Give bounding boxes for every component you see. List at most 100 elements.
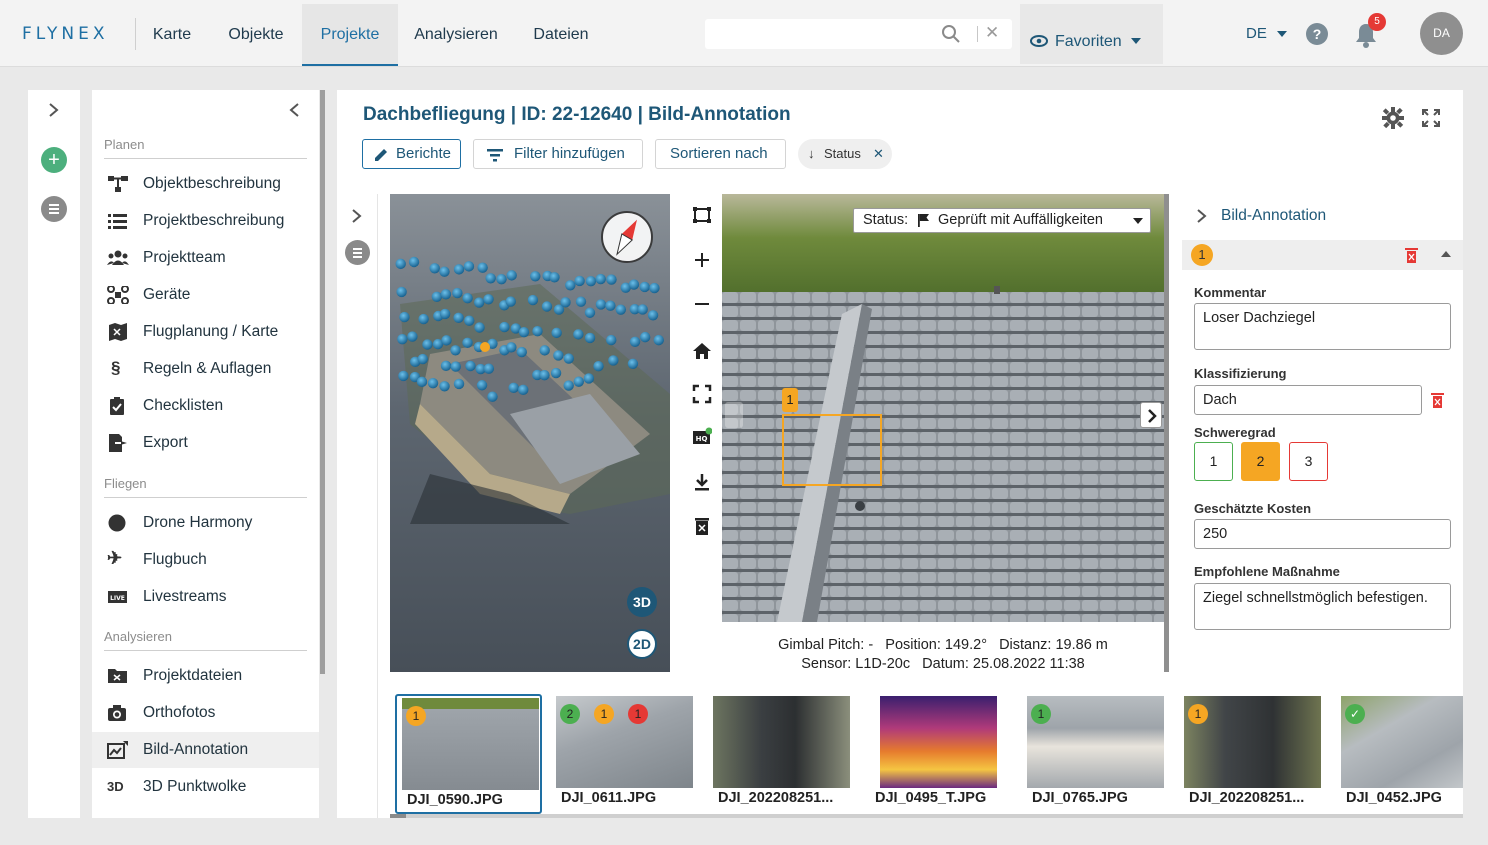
- favorites-dropdown[interactable]: Favoriten: [1020, 4, 1163, 64]
- status-dropdown[interactable]: Status: Geprüft mit Auffälligkeiten: [853, 208, 1151, 233]
- avatar[interactable]: DA: [1420, 12, 1463, 55]
- point-cloud-dot: [595, 299, 607, 310]
- chevron-right-icon[interactable]: [1196, 208, 1208, 224]
- zoom-out-icon[interactable]: [692, 294, 712, 314]
- flynex-logo[interactable]: FLYNEX: [22, 24, 108, 44]
- add-icon[interactable]: +: [41, 147, 67, 173]
- camera-icon: [108, 705, 126, 721]
- measure-field[interactable]: Ziegel schnellstmöglich befestigen.: [1194, 583, 1451, 630]
- sidebar-item-projektdateien[interactable]: Projektdateien: [92, 658, 319, 694]
- sidebar-item-drone-harmony[interactable]: Drone Harmony: [92, 505, 319, 541]
- sidebar-item-flugplanung[interactable]: Flugplanung / Karte: [92, 314, 319, 350]
- 3d-point-cloud-view[interactable]: 3D 2D: [390, 194, 670, 672]
- sidebar-item-checklisten[interactable]: Checklisten: [92, 388, 319, 424]
- search-icon[interactable]: [941, 24, 961, 44]
- export-icon: [109, 434, 127, 452]
- thumbnail-scrollbar-thumb[interactable]: [390, 814, 406, 818]
- sort-button[interactable]: Sortieren nach: [655, 139, 786, 169]
- annotation-box[interactable]: [782, 414, 882, 486]
- add-filter-button[interactable]: Filter hinzufügen: [473, 139, 643, 169]
- home-icon[interactable]: [692, 341, 712, 361]
- thumbnail-item[interactable]: 1 DJI_202208251...: [1179, 694, 1326, 814]
- severity-option-2[interactable]: 2: [1241, 442, 1280, 481]
- point-cloud-dot: [407, 331, 418, 342]
- annotation-count-badge: 1: [1031, 704, 1051, 724]
- next-image-button[interactable]: [1140, 402, 1162, 428]
- comment-field[interactable]: Loser Dachziegel: [1194, 303, 1451, 350]
- sidebar-item-orthofotos[interactable]: Orthofotos: [92, 695, 319, 731]
- sidebar-item-geraete[interactable]: Geräte: [92, 277, 319, 313]
- point-cloud-dot: [439, 308, 451, 320]
- arrow-down-icon: ↓: [808, 146, 815, 161]
- viewer-scrollbar[interactable]: [1164, 194, 1169, 672]
- status-chip-label: Status: [824, 146, 861, 161]
- cost-field[interactable]: 250: [1194, 519, 1451, 549]
- thumbnail-item[interactable]: DJI_202208251...: [708, 694, 855, 814]
- gear-icon[interactable]: [1382, 107, 1404, 129]
- nav-tab-karte[interactable]: Karte: [142, 4, 202, 66]
- sidebar-item-bild-annotation[interactable]: Bild-Annotation: [92, 732, 319, 768]
- download-icon[interactable]: [692, 472, 712, 492]
- nav-tab-dateien[interactable]: Dateien: [524, 4, 598, 66]
- hq-icon[interactable]: HQ: [692, 427, 712, 447]
- divider: [977, 26, 978, 42]
- compass-icon[interactable]: [601, 211, 653, 263]
- thumbnail-item[interactable]: 1 DJI_0765.JPG: [1022, 694, 1169, 814]
- thumbnail-item[interactable]: ✓ DJI_0452.JPG: [1336, 694, 1463, 814]
- point-cloud-dot: [429, 263, 440, 274]
- sidebar-item-export[interactable]: Export: [92, 425, 319, 461]
- fullscreen-icon[interactable]: [1422, 109, 1440, 127]
- sidebar-item-flugbuch[interactable]: ✈ Flugbuch: [92, 542, 319, 578]
- delete-icon[interactable]: [692, 516, 712, 536]
- list-icon[interactable]: [345, 240, 370, 265]
- status-filter-chip[interactable]: ↓ Status ✕: [798, 139, 892, 169]
- sidebar-item-objektbeschreibung[interactable]: Objektbeschreibung: [92, 166, 319, 202]
- classification-field[interactable]: Dach: [1194, 385, 1422, 415]
- severity-option-3[interactable]: 3: [1289, 442, 1328, 481]
- nav-tab-projekte[interactable]: Projekte: [302, 4, 398, 66]
- thumbnail-item[interactable]: 1 DJI_0590.JPG: [395, 694, 542, 814]
- rectangle-select-icon[interactable]: [692, 205, 712, 225]
- sidebar-item-projektbeschreibung[interactable]: Projektbeschreibung: [92, 203, 319, 239]
- delete-icon[interactable]: [1431, 392, 1444, 408]
- sidebar-scrollbar[interactable]: [320, 90, 325, 674]
- chevron-right-icon[interactable]: [48, 102, 60, 118]
- nav-tab-objekte[interactable]: Objekte: [218, 4, 294, 66]
- thumbnail-item[interactable]: 2 1 1 DJI_0611.JPG: [551, 694, 698, 814]
- sidebar-item-regeln[interactable]: § Regeln & Auflagen: [92, 351, 319, 387]
- chevron-right-icon[interactable]: [351, 208, 363, 224]
- search-input[interactable]: ✕: [705, 19, 1012, 49]
- previous-image-button[interactable]: [725, 402, 743, 428]
- sidebar-item-label: Regeln & Auflagen: [143, 360, 272, 377]
- thumbnail-item[interactable]: DJI_0495_T.JPG: [865, 694, 1012, 814]
- reports-button[interactable]: Berichte: [362, 139, 461, 169]
- view-3d-button[interactable]: 3D: [627, 587, 657, 617]
- collapse-icon[interactable]: [1441, 251, 1451, 257]
- sidebar-item-projektteam[interactable]: Projektteam: [92, 240, 319, 276]
- annotation-header[interactable]: 1: [1182, 240, 1463, 270]
- point-cloud-dot: [629, 336, 641, 347]
- sidebar-item-label: Projektbeschreibung: [143, 212, 285, 229]
- point-cloud-dot: [628, 279, 640, 290]
- nav-tab-analysieren[interactable]: Analysieren: [406, 4, 506, 66]
- help-icon[interactable]: ?: [1306, 23, 1328, 45]
- view-2d-button[interactable]: 2D: [627, 629, 657, 659]
- chevron-left-icon[interactable]: [288, 102, 300, 118]
- annotation-marker[interactable]: 1: [782, 388, 798, 412]
- delete-icon[interactable]: [1405, 247, 1418, 263]
- point-cloud-dot: [649, 282, 660, 294]
- zoom-in-icon[interactable]: [692, 250, 712, 270]
- clear-icon[interactable]: ✕: [985, 23, 999, 43]
- chevron-down-icon: [1277, 31, 1288, 38]
- sidebar-item-3d-punktwolke[interactable]: 3D 3D Punktwolke: [92, 769, 319, 805]
- remove-chip-icon[interactable]: ✕: [873, 139, 884, 169]
- list-icon[interactable]: [41, 196, 67, 222]
- language-select[interactable]: DE: [1246, 25, 1288, 42]
- point-cloud-dot: [593, 360, 604, 372]
- sidebar-item-livestreams[interactable]: LIVE Livestreams: [92, 579, 319, 615]
- point-cloud-dot: [473, 297, 485, 308]
- severity-option-1[interactable]: 1: [1194, 442, 1233, 481]
- thumbnail-scrollbar[interactable]: [390, 814, 1463, 818]
- fit-screen-icon[interactable]: [692, 384, 712, 404]
- annotation-image[interactable]: 1: [722, 194, 1164, 622]
